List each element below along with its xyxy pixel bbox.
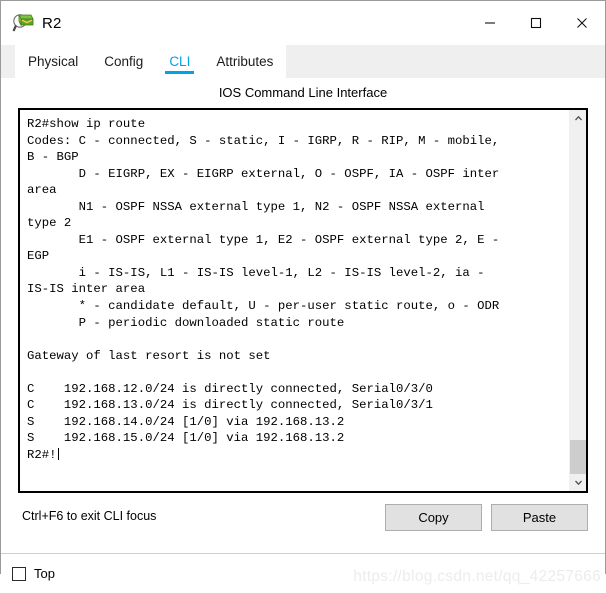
close-icon[interactable] [559,1,605,45]
chevron-down-icon[interactable] [570,474,586,491]
terminal-prompt: R2#! [27,447,57,462]
scrollbar-thumb[interactable] [570,440,586,474]
text-cursor [57,447,59,460]
title-bar: R2 [1,1,605,45]
terminal-scrollbar[interactable] [569,110,586,491]
tab-cli[interactable]: CLI [156,45,204,78]
cli-panel: IOS Command Line Interface R2#show ip ro… [1,78,605,553]
terminal-container: R2#show ip route Codes: C - connected, S… [18,108,588,493]
tab-config[interactable]: Config [91,45,157,78]
tabstrip-filler [286,45,605,78]
cli-window: R2 Physical Config CLI Attributes IOS Co… [0,0,606,593]
cli-header-label: IOS Command Line Interface [218,85,388,100]
router-device-icon [12,12,34,34]
watermark: https://blog.csdn.net/qq_42257666 [353,568,601,585]
cli-bottom-bar: Ctrl+F6 to exit CLI focus Copy Paste [18,493,588,553]
tab-physical[interactable]: Physical [15,45,92,78]
chevron-up-icon[interactable] [570,110,586,127]
copy-button[interactable]: Copy [385,504,482,531]
tab-attributes[interactable]: Attributes [203,45,287,78]
terminal-prompt-line: R2#! [27,447,569,464]
scrollbar-track[interactable] [570,127,586,474]
maximize-icon[interactable] [513,1,559,45]
paste-button[interactable]: Paste [491,504,588,531]
tab-bar: Physical Config CLI Attributes [1,45,605,78]
window-title: R2 [42,14,62,32]
window-footer: Top https://blog.csdn.net/qq_42257666 [1,553,605,593]
terminal-output: R2#show ip route Codes: C - connected, S… [27,117,500,446]
cli-focus-hint: Ctrl+F6 to exit CLI focus [22,509,157,523]
terminal-output-area[interactable]: R2#show ip route Codes: C - connected, S… [20,110,569,491]
minimize-icon[interactable] [467,1,513,45]
